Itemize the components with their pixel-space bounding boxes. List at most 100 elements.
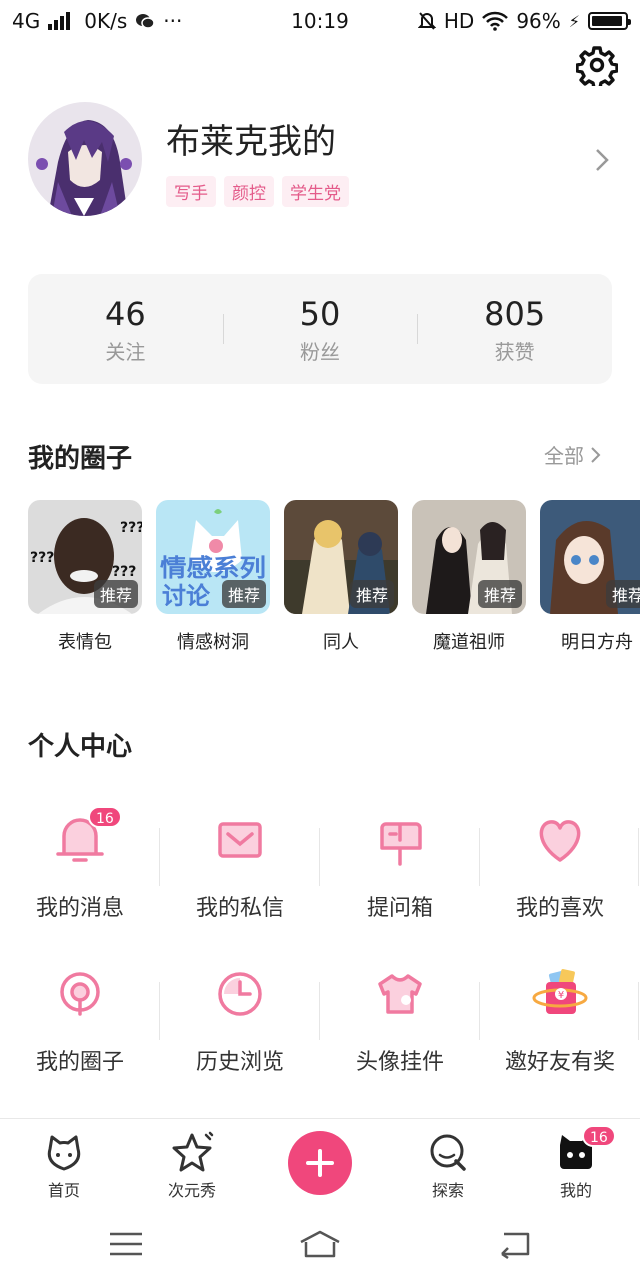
stat-label: 获赞: [494, 339, 535, 364]
back-icon[interactable]: [492, 1228, 536, 1260]
tshirt-icon: [370, 964, 430, 1024]
my-likes-item[interactable]: 我的喜欢: [480, 810, 640, 922]
search-icon: [426, 1131, 470, 1175]
menu-label: 历史浏览: [195, 1050, 284, 1075]
circle-name: 明日方舟: [561, 632, 633, 653]
unread-count-badge: 16: [88, 806, 122, 828]
recommended-badge: 推荐: [605, 580, 640, 608]
hd-indicator: HD: [443, 9, 475, 33]
heart-icon: [530, 810, 590, 870]
divider: [638, 828, 639, 886]
chevron-right-icon: [591, 446, 601, 463]
username: 布莱克我的: [166, 122, 336, 162]
recommended-badge: 推荐: [93, 580, 138, 608]
clock-icon: [210, 964, 270, 1024]
recommended-badge: 推荐: [477, 580, 522, 608]
divider: [638, 982, 639, 1040]
menu-label: 我的私信: [195, 896, 284, 921]
personal-center-title: 个人中心: [28, 732, 133, 762]
see-all-circles-link[interactable]: 全部: [544, 440, 602, 469]
wifi-icon: [482, 11, 509, 31]
tab-label: 次元秀: [167, 1181, 216, 1200]
unread-count-badge: 16: [582, 1125, 616, 1147]
battery-icon: [588, 12, 631, 30]
menu-label: 头像挂件: [355, 1050, 444, 1075]
invite-friends-item[interactable]: ¥ 邀好友有奖: [480, 964, 640, 1076]
svg-text:¥: ¥: [558, 990, 564, 1001]
recommended-badge: 推荐: [221, 580, 266, 608]
mute-bell-icon: [417, 12, 436, 30]
home-icon[interactable]: [298, 1228, 342, 1260]
bottom-tab-bar: 首页 次元秀 探索 16 我的: [0, 1118, 640, 1214]
profile-tag: 学生党: [282, 176, 349, 207]
meme-text: ???: [112, 564, 136, 580]
profile-tags: 写手 颜控 学生党: [166, 176, 349, 207]
gift-planet-icon: ¥: [530, 964, 590, 1024]
tile-title-text: 情感系列: [160, 554, 266, 582]
tile-title-text: 讨论: [162, 582, 211, 610]
my-private-messages-item[interactable]: 我的私信: [160, 810, 320, 922]
battery-percent: 96%: [516, 9, 561, 33]
stat-label: 粉丝: [300, 339, 340, 364]
chevron-right-icon[interactable]: [590, 146, 614, 174]
circle-name: 同人: [323, 632, 359, 653]
meme-text: ???: [30, 550, 54, 566]
tab-ciyuanxiu[interactable]: 次元秀: [142, 1131, 242, 1201]
stat-value: 46: [104, 294, 146, 333]
circle-thumbnail: 推荐: [284, 500, 398, 614]
profile-tag: 写手: [166, 176, 216, 207]
tab-explore[interactable]: 探索: [398, 1131, 498, 1201]
my-messages-item[interactable]: 16 我的消息: [0, 806, 160, 922]
status-bar: 4G 0K/s ··· 10:19 HD 96% ⚡: [0, 0, 640, 44]
settings-gear-icon[interactable]: [576, 44, 618, 86]
me-cat-icon: 16: [554, 1125, 616, 1175]
circle-pin-icon: [50, 964, 110, 1024]
circle-name: 表情包: [58, 632, 112, 653]
avatar[interactable]: [28, 102, 142, 216]
menu-label: 我的喜欢: [515, 896, 604, 921]
stat-value: 50: [299, 294, 341, 333]
circles-carousel[interactable]: ??? ??? ??? 推荐 表情包 情感系列 讨论 推荐 情感树洞 推荐 同人…: [28, 500, 640, 660]
stat-followers[interactable]: 50 粉丝: [222, 294, 418, 365]
circle-card[interactable]: 推荐 同人: [284, 500, 398, 654]
stat-following[interactable]: 46 关注: [28, 294, 223, 365]
charging-icon: ⚡: [568, 11, 580, 31]
tab-home[interactable]: 首页: [14, 1131, 114, 1201]
tab-label: 首页: [47, 1181, 80, 1200]
question-box-item[interactable]: 提问箱: [320, 810, 480, 922]
circle-card[interactable]: 推荐 魔道祖师: [412, 500, 526, 654]
menu-label: 提问箱: [366, 896, 433, 921]
create-post-button[interactable]: [288, 1131, 352, 1195]
circle-thumbnail: 情感系列 讨论 推荐: [156, 500, 270, 614]
system-nav-bar: [0, 1214, 640, 1280]
browse-history-item[interactable]: 历史浏览: [160, 964, 320, 1076]
circle-name: 魔道祖师: [433, 632, 505, 653]
see-all-label: 全部: [544, 444, 584, 468]
avatar-frame-item[interactable]: 头像挂件: [320, 964, 480, 1076]
stat-likes[interactable]: 805 获赞: [417, 294, 612, 365]
meme-text: ???: [120, 520, 142, 536]
my-circles-item[interactable]: 我的圈子: [0, 964, 160, 1076]
plus-icon: [306, 1149, 334, 1177]
mail-icon: [210, 810, 270, 870]
stat-label: 关注: [105, 339, 146, 364]
tab-label: 探索: [431, 1181, 464, 1200]
circle-thumbnail: 推荐: [412, 500, 526, 614]
tab-me[interactable]: 16 我的: [526, 1125, 626, 1201]
circle-thumbnail: ??? ??? ??? 推荐: [28, 500, 142, 614]
circle-card[interactable]: 情感系列 讨论 推荐 情感树洞: [156, 500, 270, 654]
profile-tag: 颜控: [224, 176, 274, 207]
stat-value: 805: [484, 294, 546, 333]
menu-label: 我的圈子: [35, 1050, 124, 1075]
recommended-badge: 推荐: [349, 580, 394, 608]
menu-icon[interactable]: [104, 1228, 148, 1260]
tab-label: 我的: [559, 1181, 592, 1200]
my-circles-title: 我的圈子: [28, 444, 133, 474]
circle-card[interactable]: 推荐 明日方舟: [540, 500, 640, 654]
menu-label: 邀好友有奖: [504, 1050, 615, 1075]
circle-card[interactable]: ??? ??? ??? 推荐 表情包: [28, 500, 142, 654]
star-icon: [170, 1131, 214, 1175]
circle-thumbnail: 推荐: [540, 500, 640, 614]
mailbox-icon: [370, 810, 430, 870]
stats-panel: 46 关注 50 粉丝 805 获赞: [28, 274, 612, 384]
